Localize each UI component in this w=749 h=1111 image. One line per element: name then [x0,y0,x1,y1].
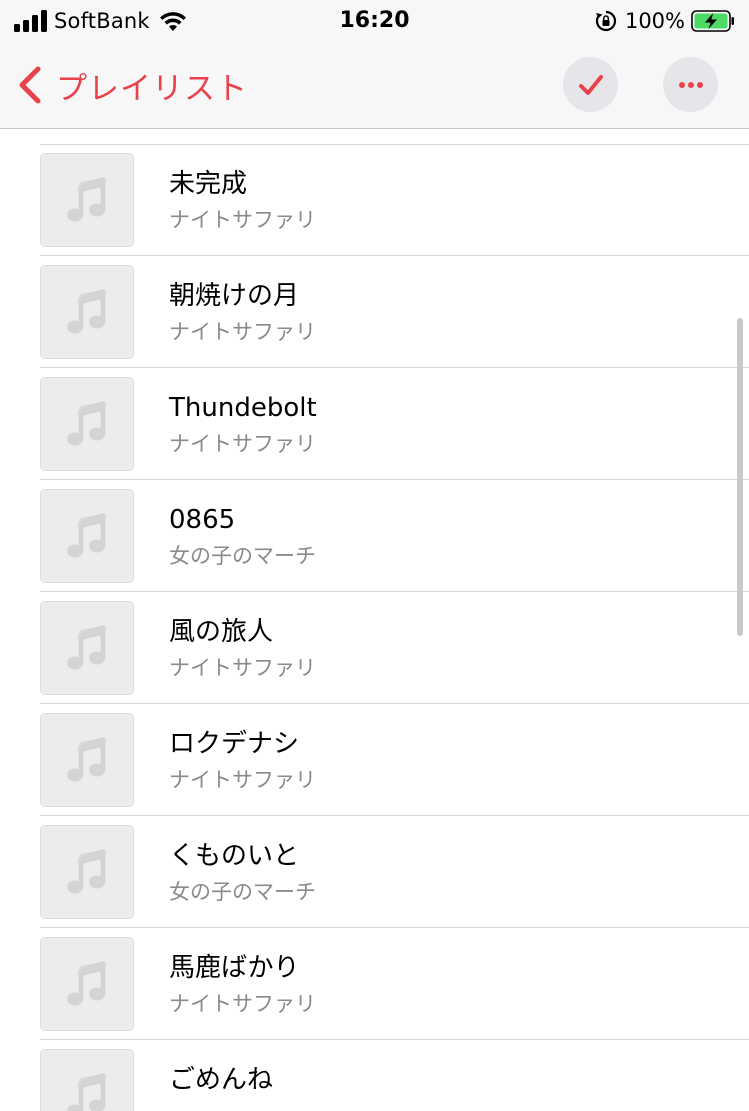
song-title: Thundebolt [169,393,317,423]
music-note-icon [65,849,109,895]
song-row[interactable]: 0865 女の子のマーチ [0,480,749,592]
song-artist: ナイトサファリ [169,320,316,344]
album-artwork [40,377,134,471]
status-right: 100% [595,8,735,34]
music-note-icon [65,625,109,671]
album-artwork [40,153,134,247]
song-row[interactable]: ロクデナシナイトサファリ [0,704,749,816]
album-artwork [40,265,134,359]
song-title: 未完成 [169,169,248,199]
battery-percentage: 100% [624,9,685,33]
done-button[interactable] [563,57,618,112]
song-title: 馬鹿ばかり [169,953,300,983]
song-title: 風の旅人 [169,617,274,647]
song-title: ロクデナシ [169,729,300,759]
music-note-icon [65,961,109,1007]
song-artist: 女の子のマーチ [169,544,316,568]
song-title: ごめんね [169,1065,274,1095]
more-icon [676,70,706,100]
back-chevron-icon [14,65,44,105]
song-row[interactable]: くものいと女の子のマーチ [0,816,749,928]
music-note-icon [65,401,109,447]
back-button[interactable]: プレイリスト [14,62,248,108]
album-artwork [40,601,134,695]
album-artwork [40,1049,134,1111]
song-artist: ナイトサファリ [169,208,316,232]
song-artist: ナイトサファリ [169,656,316,680]
more-options-button[interactable] [663,57,718,112]
song-row[interactable]: 未完成ナイトサファリ [0,144,749,256]
song-artist: ナイトサファリ [169,432,316,456]
song-row[interactable]: 朝焼けの月ナイトサファリ [0,256,749,368]
check-icon [576,70,606,100]
album-artwork [40,713,134,807]
music-note-icon [65,737,109,783]
song-row[interactable]: 風の旅人ナイトサファリ [0,592,749,704]
album-artwork [40,825,134,919]
album-artwork [40,937,134,1031]
screen: SoftBank 16:20 100% プレイリスト 未完成 ナイトサファリ 朝… [0,0,749,1111]
song-row[interactable]: 馬鹿ばかりナイトサファリ [0,928,749,1040]
song-list: 未完成 ナイトサファリ 朝焼けの月 ナイトサファリ Thundebolt ナイトサファリ 0… [0,144,749,1111]
battery-charging-icon [691,10,735,32]
song-artist: ナイトサファリ [169,768,316,792]
song-title: くものいと [169,841,300,871]
music-note-icon [65,513,109,559]
song-artist: ナイトサファリ [169,992,316,1016]
music-note-icon [65,289,109,335]
song-artist: 女の子のマーチ [169,880,316,904]
song-row[interactable]: Thundebolt ナイトサファリ [0,368,749,480]
back-label: プレイリスト [56,70,248,107]
music-note-icon [65,1073,109,1111]
scroll-indicator[interactable] [737,318,743,636]
status-bar: SoftBank 16:20 100% [0,0,749,42]
album-artwork [40,489,134,583]
song-title: 朝焼けの月 [169,281,300,311]
music-note-icon [65,177,109,223]
navigation-bar: プレイリスト [0,42,749,129]
song-title: 0865 [169,505,236,535]
lock-rotation-icon [595,10,617,32]
song-row[interactable]: ごめんね [0,1040,749,1111]
